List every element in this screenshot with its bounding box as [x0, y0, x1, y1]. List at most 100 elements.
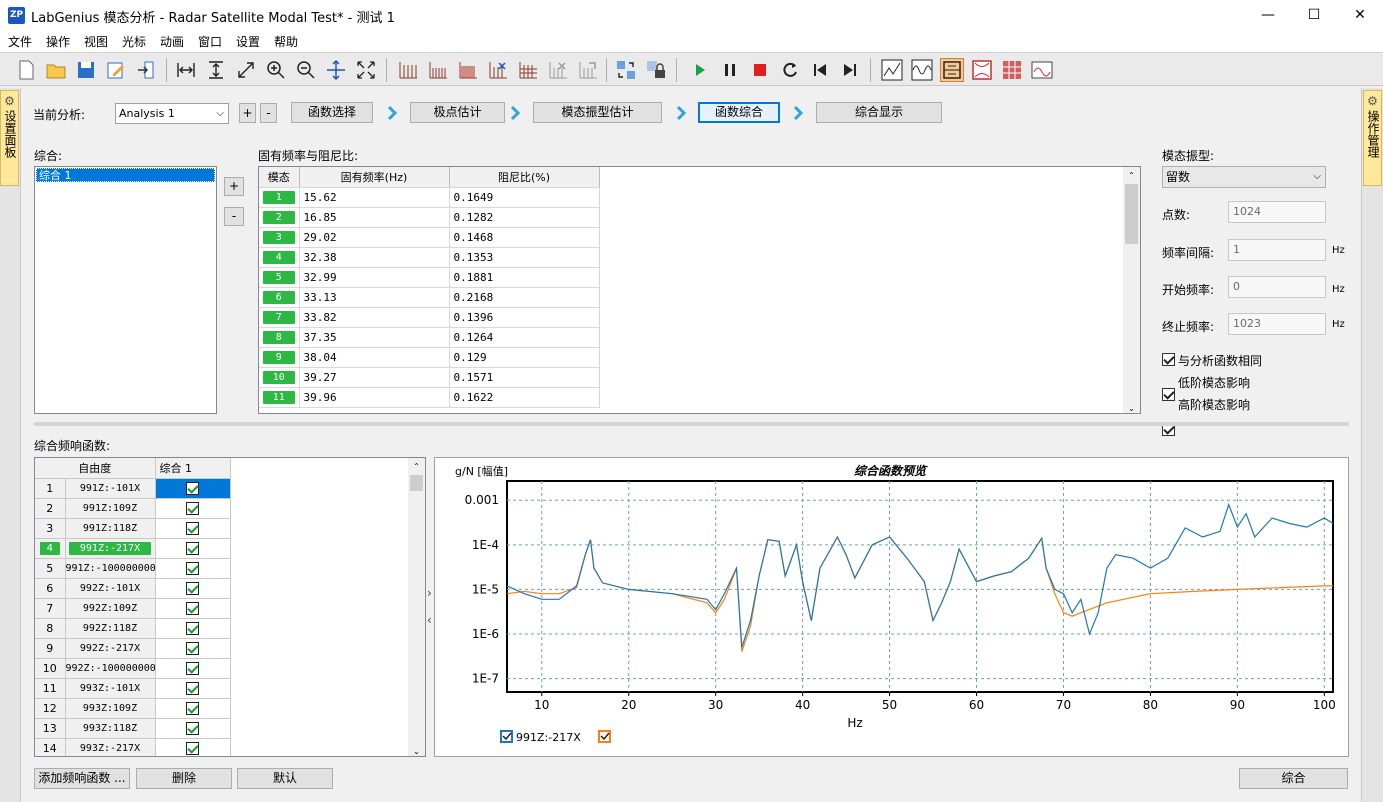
menu-settings[interactable]: 设置	[236, 33, 260, 50]
mode-row[interactable]: 10 39.27 0.1571	[259, 367, 600, 388]
expand-right-icon[interactable]: ›	[427, 586, 432, 600]
include-checkbox[interactable]	[186, 521, 199, 535]
frf-include-cell[interactable]	[155, 618, 231, 639]
waveform-icon[interactable]	[910, 58, 934, 82]
frf-row[interactable]: 1 991Z:-101X	[35, 478, 231, 499]
import-icon[interactable]	[134, 58, 158, 82]
freq-interval-field[interactable]: 1	[1228, 239, 1326, 261]
include-checkbox[interactable]	[186, 601, 199, 615]
scroll-thumb[interactable]	[1125, 184, 1138, 244]
mode-row[interactable]: 3 29.02 0.1468	[259, 227, 600, 248]
play-icon[interactable]	[688, 58, 712, 82]
scroll-up-icon[interactable]: ⌃	[1123, 167, 1140, 184]
add-frf-button[interactable]: 添加频响函数 ...	[34, 768, 130, 789]
grid-icon-5[interactable]	[516, 58, 540, 82]
mode-row[interactable]: 7 33.82 0.1396	[259, 307, 600, 328]
include-checkbox[interactable]	[186, 701, 199, 715]
frf-include-cell[interactable]	[155, 478, 231, 499]
default-button[interactable]: 默认	[237, 768, 333, 789]
end-freq-field[interactable]: 1023	[1228, 313, 1326, 335]
frf-include-cell[interactable]	[155, 538, 231, 559]
mode-row[interactable]: 2 16.85 0.1282	[259, 207, 600, 228]
modal-icon[interactable]	[940, 58, 964, 82]
points-field[interactable]: 1024	[1228, 201, 1326, 223]
swap-icon[interactable]	[614, 58, 638, 82]
lower-mode-checkbox[interactable]	[1162, 388, 1175, 401]
grid-icon-7[interactable]	[576, 58, 600, 82]
step-pole-estimation[interactable]: 极点估计	[410, 102, 505, 123]
synthesize-button[interactable]: 综合	[1239, 768, 1348, 789]
menu-operate[interactable]: 操作	[46, 33, 70, 50]
include-checkbox[interactable]	[186, 541, 199, 555]
frf-row[interactable]: 11 993Z:-101X	[35, 678, 231, 699]
new-file-icon[interactable]	[14, 58, 38, 82]
zoom-out-icon[interactable]	[294, 58, 318, 82]
collapse-left-icon[interactable]: ‹	[427, 613, 432, 627]
remove-analysis-button[interactable]: -	[260, 103, 277, 123]
save-icon[interactable]	[74, 58, 98, 82]
edit-icon[interactable]	[104, 58, 128, 82]
scroll-up-icon[interactable]: ⌃	[408, 458, 425, 475]
skip-back-icon[interactable]	[808, 58, 832, 82]
include-checkbox[interactable]	[186, 641, 199, 655]
frf-include-cell[interactable]	[155, 598, 231, 619]
matrix-icon[interactable]	[1000, 58, 1024, 82]
mode-row[interactable]: 4 32.38 0.1353	[259, 247, 600, 268]
frf-include-cell[interactable]	[155, 498, 231, 519]
scroll-down-icon[interactable]: ⌄	[1123, 404, 1140, 413]
minimize-button[interactable]: —	[1245, 0, 1291, 30]
mode-row[interactable]: 8 37.35 0.1264	[259, 327, 600, 348]
frf-include-cell[interactable]	[155, 638, 231, 659]
horizontal-splitter[interactable]	[34, 422, 1349, 426]
pause-icon[interactable]	[718, 58, 742, 82]
step-function-synthesis[interactable]: 函数综合	[698, 102, 780, 123]
modes-scrollbar[interactable]: ⌃ ⌄	[1123, 167, 1140, 413]
frf-include-cell[interactable]	[155, 698, 231, 719]
loop-icon[interactable]	[778, 58, 802, 82]
menu-animation[interactable]: 动画	[160, 33, 184, 50]
menu-window[interactable]: 窗口	[198, 33, 222, 50]
stop-icon[interactable]	[748, 58, 772, 82]
mode-row[interactable]: 11 39.96 0.1622	[259, 387, 600, 408]
grid-icon-4[interactable]	[486, 58, 510, 82]
include-checkbox[interactable]	[186, 581, 199, 595]
frf-include-cell[interactable]	[155, 658, 231, 679]
fit-diagonal-icon[interactable]	[234, 58, 258, 82]
include-checkbox[interactable]	[186, 661, 199, 675]
include-checkbox[interactable]	[186, 681, 199, 695]
frf-include-cell[interactable]	[155, 518, 231, 539]
skip-forward-icon[interactable]	[838, 58, 862, 82]
include-checkbox[interactable]	[186, 501, 199, 515]
fit-horizontal-icon[interactable]	[174, 58, 198, 82]
fit-vertical-icon[interactable]	[204, 58, 228, 82]
add-analysis-button[interactable]: +	[239, 103, 256, 123]
frf-include-cell[interactable]	[155, 718, 231, 739]
grid-icon-3[interactable]	[456, 58, 480, 82]
pan-icon[interactable]	[324, 58, 348, 82]
grid-icon-1[interactable]	[396, 58, 420, 82]
frf-scrollbar[interactable]: ⌃ ⌄	[408, 458, 425, 756]
scroll-thumb[interactable]	[410, 475, 423, 491]
mode-shape-select[interactable]: 留数 ⌵	[1162, 166, 1326, 188]
scope-icon[interactable]	[1030, 58, 1054, 82]
add-synthesis-button[interactable]: +	[224, 177, 244, 196]
frf-row[interactable]: 8 992Z:118Z	[35, 618, 231, 639]
step-mode-shape-estimation[interactable]: 模态振型估计	[533, 102, 662, 123]
step-synthesis-display[interactable]: 综合显示	[816, 102, 942, 123]
synthesis-list-item[interactable]: 综合 1	[36, 168, 215, 182]
frf-row[interactable]: 6 992Z:-101X	[35, 578, 231, 599]
operation-manager-tab[interactable]: ⚙ 操作管理	[1363, 90, 1382, 186]
frame-icon[interactable]	[970, 58, 994, 82]
menu-view[interactable]: 视图	[84, 33, 108, 50]
frf-include-cell[interactable]	[155, 558, 231, 579]
frf-include-cell[interactable]	[155, 678, 231, 699]
frf-row[interactable]: 12 993Z:109Z	[35, 698, 231, 719]
include-checkbox[interactable]	[186, 561, 199, 575]
mode-row[interactable]: 6 33.13 0.2168	[259, 287, 600, 308]
scroll-down-icon[interactable]: ⌄	[408, 747, 425, 756]
remove-synthesis-button[interactable]: -	[224, 207, 244, 226]
same-as-analysis-checkbox[interactable]	[1162, 353, 1175, 366]
frf-row[interactable]: 7 992Z:109Z	[35, 598, 231, 619]
fit-all-icon[interactable]	[354, 58, 378, 82]
zoom-in-icon[interactable]	[264, 58, 288, 82]
